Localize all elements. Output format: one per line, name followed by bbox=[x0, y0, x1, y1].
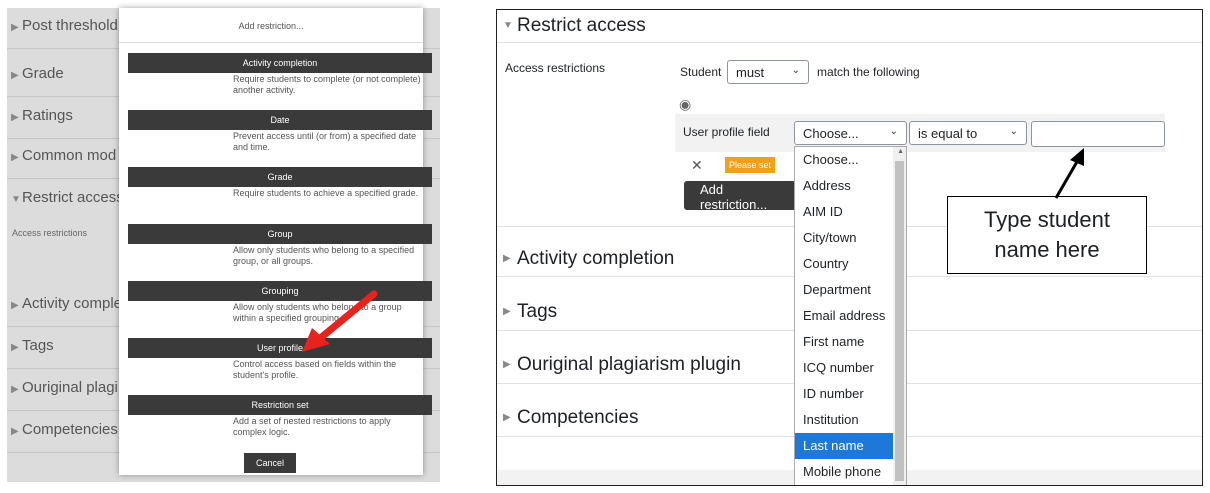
dropdown-option[interactable]: Choose... bbox=[795, 147, 893, 173]
dropdown-option[interactable]: City/town bbox=[795, 225, 893, 251]
dropdown-option[interactable]: AIM ID bbox=[795, 199, 893, 225]
section-restrict-access[interactable]: ▼ Restrict access bbox=[503, 15, 646, 37]
must-select[interactable]: must ⌄ bbox=[727, 60, 809, 84]
chevron-right-icon: ▶ bbox=[11, 22, 19, 33]
section-label: Restrict access bbox=[22, 189, 124, 206]
match-following-label: match the following bbox=[817, 65, 920, 79]
chevron-right-icon: ▶ bbox=[503, 253, 511, 265]
select-value: must bbox=[736, 65, 765, 80]
modal-title: Add restriction... bbox=[238, 21, 304, 31]
chevron-down-icon: ⌄ bbox=[791, 65, 800, 76]
chevron-down-icon: ▼ bbox=[11, 194, 21, 205]
section-label: Post threshold bbox=[22, 17, 118, 34]
option-description: Control access based on fields within th… bbox=[233, 359, 397, 380]
option-description: Allow only students who belong to a spec… bbox=[233, 245, 415, 266]
dropdown-option[interactable]: Institution bbox=[795, 407, 893, 433]
select-value: Choose... bbox=[803, 126, 859, 141]
access-restrictions-label: Access restrictions bbox=[12, 228, 88, 238]
callout-line: name here bbox=[994, 237, 1100, 262]
user-profile-button[interactable]: User profile bbox=[128, 338, 432, 358]
option-description: Add a set of nested restrictions to appl… bbox=[233, 416, 391, 437]
dropdown-option[interactable]: Address bbox=[795, 173, 893, 199]
value-input[interactable] bbox=[1031, 121, 1165, 147]
annotation-callout: Type student name here bbox=[947, 196, 1147, 274]
section-label: Activity comple bbox=[22, 295, 123, 312]
dropdown-option[interactable]: ID number bbox=[795, 381, 893, 407]
section-competencies[interactable]: ▶ Competencies bbox=[503, 407, 638, 429]
section-label: Ouriginal plagiarism plugin bbox=[517, 354, 741, 375]
add-restriction-button[interactable]: Add restriction... bbox=[684, 181, 796, 212]
red-arrow-icon bbox=[302, 290, 378, 352]
section-label: Restrict access bbox=[517, 15, 646, 36]
user-profile-field-label: User profile field bbox=[683, 125, 770, 139]
right-screenshot-panel: ▼ Restrict access Access restrictions Stu… bbox=[496, 9, 1203, 486]
section-label: Tags bbox=[22, 337, 54, 354]
section-activity-completion[interactable]: ▶ Activity completion bbox=[503, 248, 674, 270]
activity-completion-button[interactable]: Activity completion bbox=[128, 53, 432, 73]
chevron-down-icon: ⌄ bbox=[1009, 126, 1018, 137]
date-button[interactable]: Date bbox=[128, 110, 432, 130]
student-label: Student bbox=[680, 65, 722, 79]
eye-icon[interactable]: ◉ bbox=[679, 96, 691, 113]
option-description: Prevent access until (or from) a specifi… bbox=[233, 131, 417, 152]
chevron-right-icon: ▶ bbox=[11, 342, 19, 353]
dropdown-option-selected[interactable]: Last name bbox=[795, 433, 893, 459]
grouping-button[interactable]: Grouping bbox=[128, 281, 432, 301]
restriction-set-button[interactable]: Restriction set bbox=[128, 395, 432, 415]
callout-line: Type student bbox=[984, 207, 1110, 232]
grade-button[interactable]: Grade bbox=[128, 167, 432, 187]
dropdown-option[interactable]: ICQ number bbox=[795, 355, 893, 381]
dropdown-option[interactable]: Email address bbox=[795, 303, 893, 329]
divider bbox=[497, 42, 1202, 43]
chevron-right-icon: ▶ bbox=[11, 384, 19, 395]
please-set-badge: Please set bbox=[725, 157, 776, 173]
scroll-up-icon[interactable]: ▲ bbox=[897, 148, 904, 155]
option-description: Require students to complete (or not com… bbox=[233, 74, 421, 95]
chevron-right-icon: ▶ bbox=[503, 359, 511, 371]
section-tags[interactable]: ▶ Tags bbox=[503, 301, 557, 323]
operator-select[interactable]: is equal to ⌄ bbox=[909, 121, 1027, 145]
chevron-right-icon: ▶ bbox=[11, 152, 19, 163]
chevron-right-icon: ▶ bbox=[503, 306, 511, 318]
dropdown-option[interactable]: Country bbox=[795, 251, 893, 277]
dropdown-option[interactable]: Department bbox=[795, 277, 893, 303]
group-button[interactable]: Group bbox=[128, 224, 432, 244]
chevron-right-icon: ▶ bbox=[11, 70, 19, 81]
section-label: Ouriginal plagi bbox=[22, 379, 118, 396]
section-label: Grade bbox=[22, 65, 64, 82]
chevron-right-icon: ▶ bbox=[11, 300, 19, 311]
dropdown-option[interactable]: Mobile phone bbox=[795, 459, 893, 485]
black-arrow-icon bbox=[1054, 148, 1084, 199]
chevron-down-icon: ⌄ bbox=[889, 126, 898, 137]
chevron-right-icon: ▶ bbox=[11, 112, 19, 123]
cancel-button[interactable]: Cancel bbox=[244, 453, 296, 473]
select-value: is equal to bbox=[918, 126, 978, 141]
chevron-down-icon: ▼ bbox=[503, 20, 513, 32]
scrollbar-thumb[interactable] bbox=[895, 161, 904, 481]
chevron-right-icon: ▶ bbox=[11, 426, 19, 437]
access-restrictions-label: Access restrictions bbox=[505, 61, 606, 75]
profile-field-dropdown-list[interactable]: Choose... Address AIM ID City/town Count… bbox=[794, 146, 907, 485]
chevron-right-icon: ▶ bbox=[503, 412, 511, 424]
close-icon[interactable]: ✕ bbox=[691, 157, 703, 174]
section-label: Ratings bbox=[22, 107, 73, 124]
add-restriction-modal: Add restriction... Activity completion R… bbox=[119, 8, 432, 475]
section-label: Tags bbox=[517, 301, 558, 322]
profile-field-select[interactable]: Choose... ⌄ bbox=[794, 121, 907, 145]
section-label: Activity completion bbox=[517, 248, 675, 269]
option-description: Require students to achieve a specified … bbox=[233, 188, 419, 198]
dropdown-option[interactable]: First name bbox=[795, 329, 893, 355]
divider bbox=[119, 42, 423, 43]
section-ouriginal-plagiarism[interactable]: ▶ Ouriginal plagiarism plugin bbox=[503, 354, 741, 376]
section-label: Competencies bbox=[22, 421, 118, 438]
section-label: Common mod bbox=[22, 147, 117, 164]
section-label: Competencies bbox=[517, 407, 639, 428]
